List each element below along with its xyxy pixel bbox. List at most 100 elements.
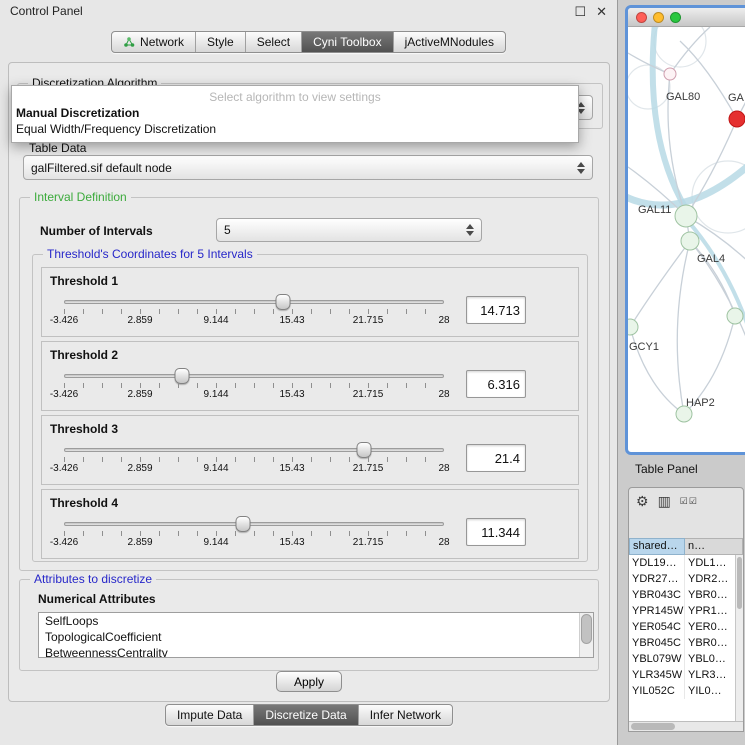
scale-label: -3.426 xyxy=(50,315,78,326)
table-row[interactable]: YIL052CYIL0… xyxy=(629,683,735,699)
network-edge[interactable] xyxy=(628,53,670,74)
table-data-combobox[interactable]: galFiltered.sif default node xyxy=(23,155,593,180)
table-cell: YER054C xyxy=(629,619,685,635)
table-vertical-scrollbar[interactable] xyxy=(735,555,743,721)
tab-label: Discretize Data xyxy=(265,708,346,722)
minimize-traffic-light-icon[interactable] xyxy=(653,12,664,23)
attribute-item-betweennesscentrality[interactable]: BetweennessCentrality xyxy=(39,645,579,658)
table-row[interactable]: YLR345WYLR3… xyxy=(629,667,735,683)
slider-track[interactable] xyxy=(64,522,444,526)
tab-style[interactable]: Style xyxy=(196,32,246,52)
threshold-slider[interactable]: -3.4262.8599.14415.4321.71528 xyxy=(50,290,454,330)
tab-label: jActiveMNodules xyxy=(405,35,494,49)
tab-select[interactable]: Select xyxy=(246,32,302,52)
table-horizontal-scrollbar[interactable] xyxy=(629,721,743,731)
select-columns-icon[interactable]: ☑☑ xyxy=(680,494,698,508)
network-node-right-node[interactable] xyxy=(727,308,743,324)
table-row[interactable]: YBL079WYBL0… xyxy=(629,651,735,667)
tab-infer-network[interactable]: Infer Network xyxy=(359,705,452,725)
network-node-red-node[interactable] xyxy=(729,111,745,127)
attributes-scrollbar[interactable] xyxy=(579,613,593,657)
settings-gear-icon[interactable]: ⚙ xyxy=(636,494,649,508)
threshold-value-field[interactable]: 11.344 xyxy=(466,518,526,546)
zoom-traffic-light-icon[interactable] xyxy=(670,12,681,23)
horizontal-scrollbar-thumb[interactable] xyxy=(631,723,675,730)
network-node-gal4-node[interactable] xyxy=(681,232,699,250)
network-node-gal11-node[interactable] xyxy=(675,205,697,227)
table-body: YDL19…YDL1…YDR27…YDR2…YBR043CYBR0…YPR145… xyxy=(629,555,735,721)
threshold-panel-4: Threshold 4-3.4262.8599.14415.4321.71528… xyxy=(41,489,579,559)
slider-scale: -3.4262.8599.14415.4321.71528 xyxy=(64,537,444,549)
tab-discretize-data[interactable]: Discretize Data xyxy=(254,705,358,725)
scale-label: 9.144 xyxy=(203,537,228,548)
number-of-intervals-combobox[interactable]: 5 xyxy=(216,218,482,242)
float-window-icon[interactable]: ☐ xyxy=(574,5,586,18)
slider-thumb[interactable] xyxy=(175,368,190,384)
threshold-label: Threshold 2 xyxy=(50,348,570,362)
column-header-1[interactable]: shared… xyxy=(629,538,685,555)
node-label: GA xyxy=(728,92,745,104)
table-panel-title: Table Panel xyxy=(635,462,698,476)
top-tabbar: NetworkStyleSelect Cyni Toolbox jActiveMNo… xyxy=(111,31,506,53)
network-window-titlebar[interactable] xyxy=(628,8,745,27)
threshold-slider[interactable]: -3.4262.8599.14415.4321.71528 xyxy=(50,364,454,404)
table-row[interactable]: YBR045CYBR0… xyxy=(629,635,735,651)
table-cell: YER0… xyxy=(685,619,735,635)
table-cell: YBR045C xyxy=(629,635,685,651)
threshold-value-field[interactable]: 6.316 xyxy=(466,370,526,398)
network-node-gcy1-node[interactable] xyxy=(628,319,638,335)
slider-thumb[interactable] xyxy=(276,294,291,310)
thresholds-container: Threshold 1-3.4262.8599.14415.4321.71528… xyxy=(41,267,579,563)
top-tab-row: NetworkStyleSelect Cyni Toolbox jActiveMNo… xyxy=(0,22,617,62)
table-toolbar: ⚙ ▥ ☑☑ xyxy=(629,488,743,514)
slider-track[interactable] xyxy=(64,448,444,452)
tab-network[interactable]: Network xyxy=(112,32,196,52)
threshold-value-field[interactable]: 21.4 xyxy=(466,444,526,472)
show-columns-icon[interactable]: ▥ xyxy=(658,494,671,508)
network-view-window[interactable]: GAL80GAGAL11GAL4GCY1HAP2 xyxy=(625,5,745,455)
table-row[interactable]: YBR043CYBR0… xyxy=(629,587,735,603)
network-edge[interactable] xyxy=(680,41,737,119)
slider-track[interactable] xyxy=(64,374,444,378)
close-traffic-light-icon[interactable] xyxy=(636,12,647,23)
table-row[interactable]: YER054CYER0… xyxy=(629,619,735,635)
network-node-gal80-node[interactable] xyxy=(664,68,676,80)
threshold-row: -3.4262.8599.14415.4321.71528 14.713 xyxy=(50,290,570,330)
scale-label: 15.43 xyxy=(279,389,304,400)
attribute-item-topologicalcoefficient[interactable]: TopologicalCoefficient xyxy=(39,629,579,645)
slider-ticks xyxy=(64,457,444,462)
slider-track[interactable] xyxy=(64,300,444,304)
scale-label: 9.144 xyxy=(203,463,228,474)
attributes-list-box: SelfLoopsTopologicalCoefficientBetweenne… xyxy=(38,612,594,658)
table-row[interactable]: YPR145WYPR1… xyxy=(629,603,735,619)
slider-scale: -3.4262.8599.14415.4321.71528 xyxy=(64,389,444,401)
apply-button[interactable]: Apply xyxy=(276,671,342,692)
scale-label: 15.43 xyxy=(279,537,304,548)
slider-ticks xyxy=(64,309,444,314)
attributes-scrollbar-thumb[interactable] xyxy=(581,614,592,644)
threshold-slider[interactable]: -3.4262.8599.14415.4321.71528 xyxy=(50,512,454,552)
table-cell: YLR345W xyxy=(629,667,685,683)
slider-scale: -3.4262.8599.14415.4321.71528 xyxy=(64,315,444,327)
attribute-item-selfloops[interactable]: SelfLoops xyxy=(39,613,579,629)
network-edge[interactable] xyxy=(677,241,690,414)
table-data-value: galFiltered.sif default node xyxy=(31,161,172,175)
table-row[interactable]: YDR27…YDR2… xyxy=(629,571,735,587)
popup-option-manual-discretization[interactable]: Manual Discretization xyxy=(12,105,578,121)
threshold-value-field[interactable]: 14.713 xyxy=(466,296,526,324)
popup-option-equal-width-frequency-discretization[interactable]: Equal Width/Frequency Discretization xyxy=(12,121,578,137)
tab-cyni-toolbox[interactable]: Cyni Toolbox xyxy=(302,32,393,52)
threshold-slider[interactable]: -3.4262.8599.14415.4321.71528 xyxy=(50,438,454,478)
tab-impute-data[interactable]: Impute Data xyxy=(166,705,254,725)
close-window-icon[interactable]: ✕ xyxy=(596,5,607,18)
table-panel-window: ⚙▥☑☑ shared…n… YDL19…YDL1…YDR27…YDR2…YBR… xyxy=(628,487,744,732)
vertical-scrollbar-thumb[interactable] xyxy=(737,557,742,609)
network-canvas-svg[interactable]: GAL80GAGAL11GAL4GCY1HAP2 xyxy=(628,27,745,455)
table-row[interactable]: YDL19…YDL1… xyxy=(629,555,735,571)
column-header-2[interactable]: n… xyxy=(685,538,743,555)
tab-jactivemnodules[interactable]: jActiveMNodules xyxy=(394,32,505,52)
slider-thumb[interactable] xyxy=(356,442,371,458)
tab-label: Cyni Toolbox xyxy=(313,35,381,49)
slider-thumb[interactable] xyxy=(235,516,250,532)
algorithm-popup: Select algorithm to view settingsManual … xyxy=(11,85,579,143)
